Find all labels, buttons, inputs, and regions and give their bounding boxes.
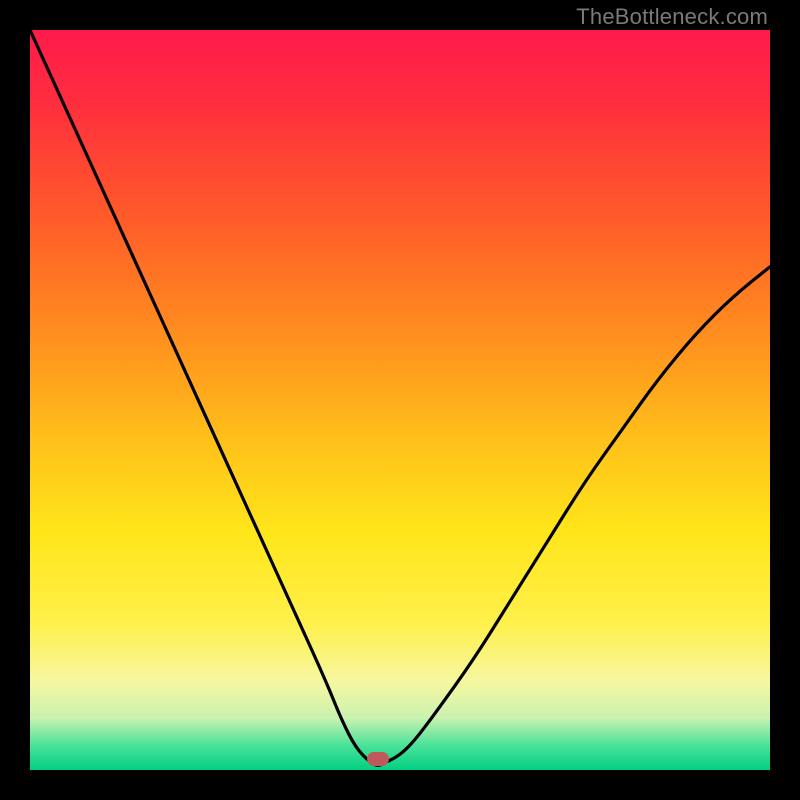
minimum-marker bbox=[367, 752, 389, 766]
bottleneck-curve bbox=[30, 30, 770, 770]
plot-area bbox=[30, 30, 770, 770]
watermark-text: TheBottleneck.com bbox=[576, 4, 768, 30]
chart-frame: TheBottleneck.com bbox=[0, 0, 800, 800]
